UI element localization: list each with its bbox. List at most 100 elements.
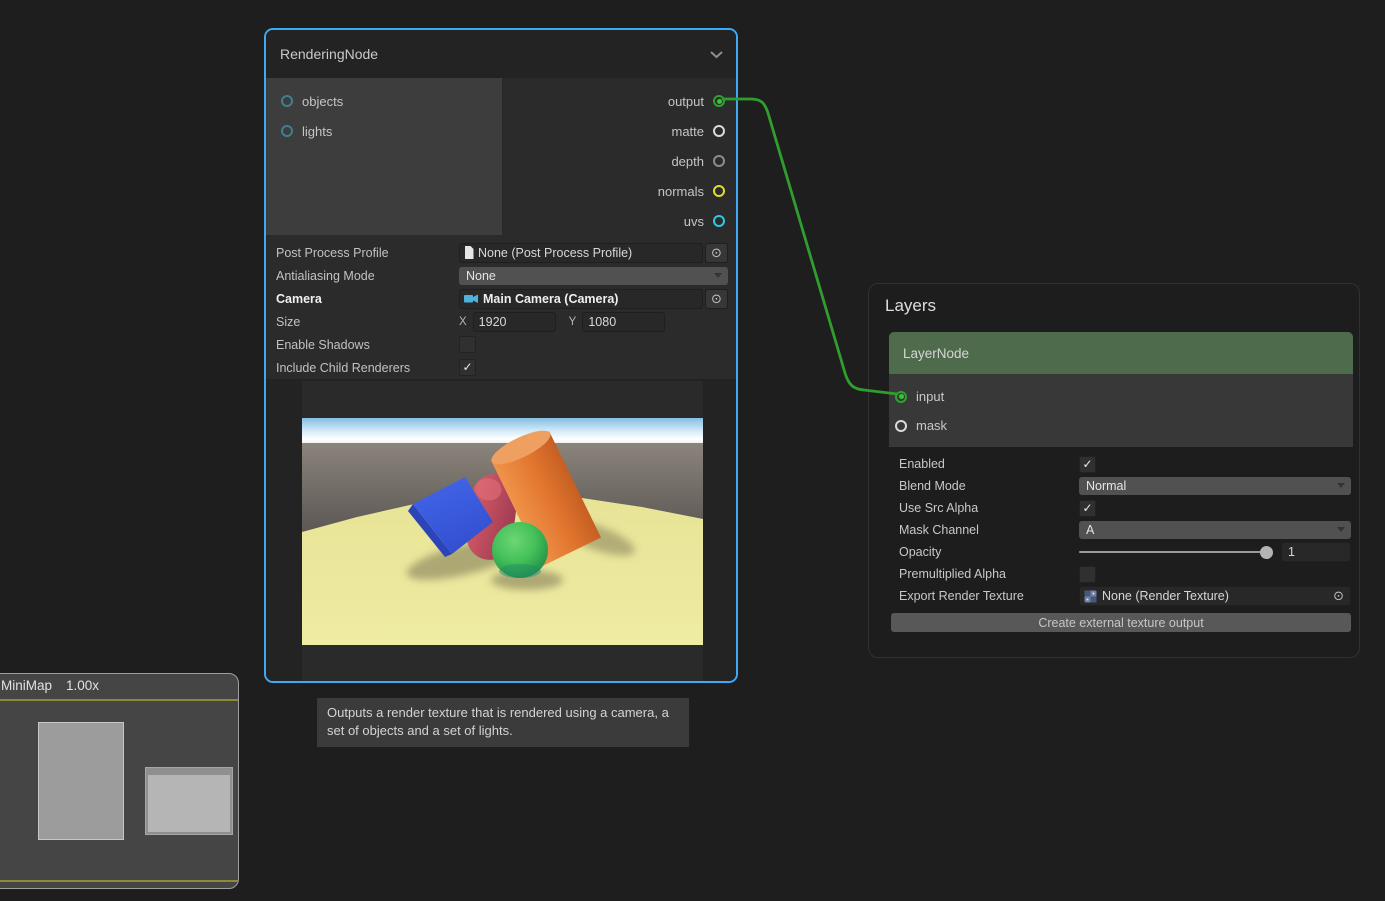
rendering-node-header[interactable]: RenderingNode [266,30,736,78]
row-use-src-alpha: Use Src Alpha ✓ [891,497,1351,519]
minimap-zoom-level: 1.00x [66,678,99,693]
antialiasing-mode-dropdown[interactable]: None [459,267,728,285]
row-post-process-profile: Post Process Profile None (Post Process … [276,241,728,264]
property-label: Camera [276,292,459,306]
dropdown-value: A [1086,523,1094,537]
rendering-node-title: RenderingNode [280,46,709,62]
dropdown-value: Normal [1086,479,1126,493]
row-enabled: Enabled ✓ [891,453,1351,475]
output-ports-panel: output matte depth normals uvs [502,78,736,235]
object-picker-icon: ⊙ [711,245,722,260]
port-circle-icon[interactable] [713,215,725,227]
minimap-layer-node-rect [148,775,230,832]
row-size: Size X 1920 Y 1080 [276,310,728,333]
premultiplied-alpha-checkbox[interactable] [1079,566,1096,583]
rendering-node[interactable]: RenderingNode objects lights output [264,28,738,683]
port-circle-icon[interactable] [713,185,725,197]
document-icon [464,246,474,259]
mask-channel-dropdown[interactable]: A [1079,521,1351,539]
opacity-value-input[interactable]: 1 [1281,542,1351,562]
property-label: Premultiplied Alpha [891,567,1079,581]
minimap-panel[interactable]: MiniMap 1.00x [0,673,239,889]
property-label: Include Child Renderers [276,361,459,375]
chevron-down-icon[interactable] [709,50,724,59]
port-circle-icon[interactable] [281,125,293,137]
output-port-output[interactable]: output [502,86,736,116]
slider-handle[interactable] [1260,546,1273,559]
camera-icon [464,293,479,304]
port-label: input [916,389,944,404]
object-field-value: None (Post Process Profile) [478,246,632,260]
layers-group[interactable]: Layers LayerNode input mask Enabled [868,283,1360,658]
port-label: lights [302,124,332,139]
size-x-input[interactable]: 1920 [473,312,556,332]
row-premultiplied-alpha: Premultiplied Alpha [891,563,1351,585]
enabled-checkbox[interactable]: ✓ [1079,456,1096,473]
row-antialiasing-mode: Antialiasing Mode None [276,264,728,287]
port-circle-icon[interactable] [713,125,725,137]
node-graph-canvas[interactable]: RenderingNode objects lights output [0,0,1385,901]
export-render-texture-object-field[interactable]: None (Render Texture) ⊙ [1079,586,1351,606]
object-picker-button[interactable]: ⊙ [705,289,728,309]
opacity-slider[interactable] [1079,551,1271,553]
render-texture-icon [1084,590,1097,603]
property-label: Enable Shadows [276,338,459,352]
port-circle-icon[interactable] [895,391,907,403]
row-enable-shadows: Enable Shadows [276,333,728,356]
size-y-value: 1080 [588,315,616,329]
post-process-profile-object-field[interactable]: None (Post Process Profile) [459,243,703,263]
property-label: Blend Mode [891,479,1079,493]
port-label: depth [671,154,704,169]
create-external-texture-output-button[interactable]: Create external texture output [891,613,1351,632]
layer-node-header[interactable]: LayerNode [889,332,1353,374]
input-ports-panel: objects lights [266,78,502,235]
size-x-label: X [459,316,467,328]
property-label: Opacity [891,545,1079,559]
input-port-input[interactable]: input [889,382,1353,411]
enable-shadows-checkbox[interactable] [459,336,476,353]
size-x-value: 1920 [479,315,507,329]
button-label: Create external texture output [1038,616,1203,630]
port-circle-icon[interactable] [895,420,907,432]
output-port-normals[interactable]: normals [502,176,736,206]
object-picker-icon[interactable]: ⊙ [1333,588,1344,604]
render-preview-image [302,381,703,681]
checkmark-icon: ✓ [1082,457,1092,471]
output-port-uvs[interactable]: uvs [502,206,736,236]
layer-node-title: LayerNode [903,346,969,361]
layer-node-ports: input mask [889,374,1353,447]
port-label: normals [658,184,704,199]
port-label: uvs [684,214,704,229]
checkmark-icon: ✓ [462,360,472,374]
dropdown-value: None [466,269,496,283]
slider-track[interactable] [1079,551,1271,553]
render-preview-section [266,379,736,681]
port-circle-icon[interactable] [713,155,725,167]
property-label: Post Process Profile [276,246,459,260]
port-label: mask [916,418,947,433]
minimap-label: MiniMap 1.00x [1,678,99,693]
camera-object-field[interactable]: Main Camera (Camera) [459,289,703,309]
input-port-lights[interactable]: lights [266,116,502,146]
minimap-layers-group-rect[interactable] [145,767,233,835]
row-mask-channel: Mask Channel A [891,519,1351,541]
output-port-depth[interactable]: depth [502,146,736,176]
input-port-objects[interactable]: objects [266,86,502,116]
size-y-label: Y [569,316,577,328]
row-camera: Camera Main Camera (Camera) ⊙ [276,287,728,310]
port-circle-icon[interactable] [713,95,725,107]
size-y-input[interactable]: 1080 [582,312,665,332]
minimap-viewport-edge-bottom [0,880,238,882]
minimap-viewport-edge-top [0,699,238,701]
input-port-mask[interactable]: mask [889,411,1353,440]
port-circle-icon[interactable] [281,95,293,107]
layer-node[interactable]: LayerNode input mask Enabled ✓ [889,332,1353,632]
include-child-renderers-checkbox[interactable]: ✓ [459,359,476,376]
object-field-value: None (Render Texture) [1102,589,1229,603]
use-src-alpha-checkbox[interactable]: ✓ [1079,500,1096,517]
object-picker-button[interactable]: ⊙ [705,243,728,263]
output-port-matte[interactable]: matte [502,116,736,146]
minimap-rendering-node-rect[interactable] [38,722,124,840]
blend-mode-dropdown[interactable]: Normal [1079,477,1351,495]
port-label: objects [302,94,343,109]
